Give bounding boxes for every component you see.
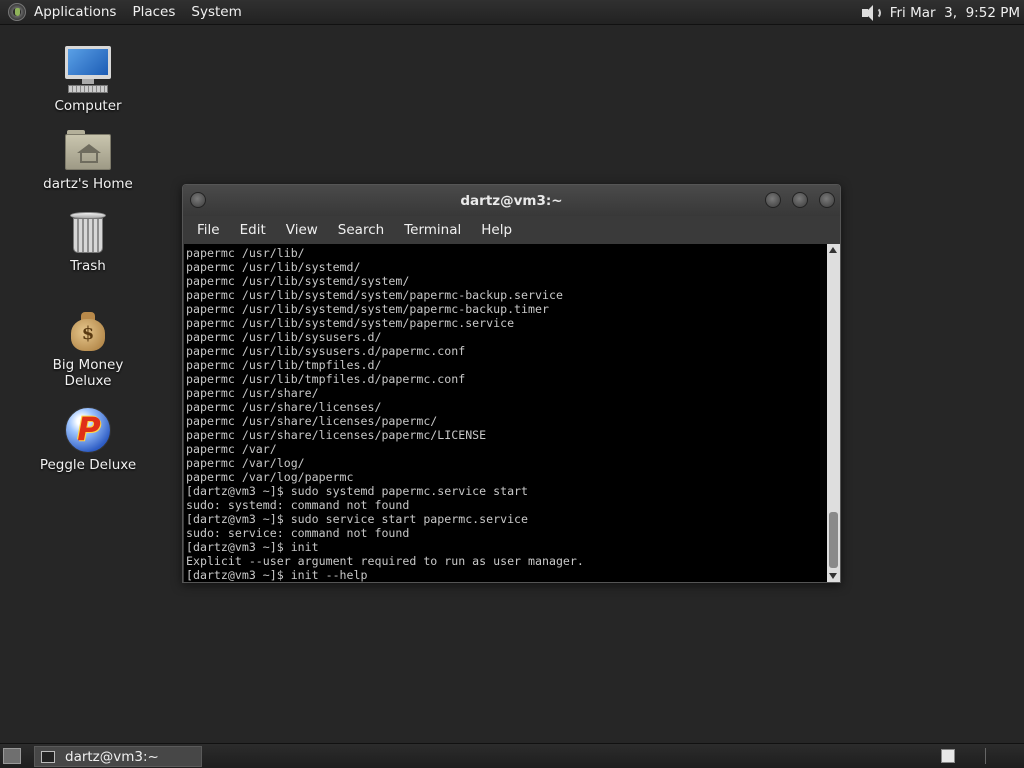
panel-tray: Fri Mar 3, 9:52 PM: [860, 0, 1020, 25]
menu-system[interactable]: System: [183, 4, 249, 20]
peggle-ball-icon: P: [65, 407, 111, 453]
scroll-up-arrow-icon[interactable]: [829, 247, 837, 253]
desktop-icon-label: Trash: [70, 258, 106, 274]
desktop-icon-peggle[interactable]: P Peggle Deluxe: [28, 407, 148, 473]
menu-applications[interactable]: Applications: [26, 4, 124, 20]
desktop-icon-label: Computer: [54, 98, 122, 114]
menu-places[interactable]: Places: [124, 4, 183, 20]
menu-edit[interactable]: Edit: [230, 222, 276, 238]
scrollbar-thumb[interactable]: [829, 512, 838, 568]
desktop-icon-label: Big Money Deluxe: [52, 357, 124, 389]
terminal-icon: [41, 750, 55, 763]
workspace-divider: [985, 748, 986, 764]
terminal-scrollbar[interactable]: [827, 244, 840, 582]
maximize-button[interactable]: [792, 192, 808, 208]
menu-view[interactable]: View: [276, 222, 328, 238]
menu-help[interactable]: Help: [471, 222, 522, 238]
taskbar-item-label: dartz@vm3:~: [65, 748, 159, 765]
menu-file[interactable]: File: [187, 222, 230, 238]
gnome-foot-icon[interactable]: [8, 3, 26, 21]
title-bar[interactable]: dartz@vm3:~: [183, 185, 840, 216]
terminal-output[interactable]: papermc /usr/lib/ papermc /usr/lib/syste…: [184, 244, 827, 582]
taskbar-item-terminal[interactable]: dartz@vm3:~: [34, 746, 202, 767]
bottom-panel: dartz@vm3:~: [0, 743, 1024, 768]
close-button[interactable]: [819, 192, 835, 208]
minimize-button[interactable]: [765, 192, 781, 208]
money-bag-icon: $: [68, 309, 108, 351]
top-panel: Applications Places System Fri Mar 3, 9:…: [0, 0, 1024, 25]
home-folder-icon: [65, 130, 111, 170]
volume-icon[interactable]: [860, 3, 882, 23]
window-title: dartz@vm3:~: [460, 193, 563, 209]
show-desktop-icon[interactable]: [3, 748, 21, 764]
terminal-window[interactable]: dartz@vm3:~ File Edit View Search Termin…: [182, 184, 841, 583]
computer-icon: [64, 46, 112, 94]
clock[interactable]: Fri Mar 3, 9:52 PM: [890, 5, 1020, 21]
workspace-switcher-1[interactable]: [941, 749, 955, 763]
desktop-icon-label: Peggle Deluxe: [39, 457, 137, 473]
menu-terminal[interactable]: Terminal: [394, 222, 471, 238]
desktop-icon-home[interactable]: dartz's Home: [28, 130, 148, 192]
scroll-down-arrow-icon[interactable]: [829, 573, 837, 579]
trash-icon: [69, 210, 107, 254]
desktop-icon-trash[interactable]: Trash: [28, 210, 148, 274]
desktop-icon-computer[interactable]: Computer: [28, 46, 148, 114]
terminal-menubar: File Edit View Search Terminal Help: [183, 216, 840, 243]
menu-search[interactable]: Search: [328, 222, 394, 238]
desktop-icon-label: dartz's Home: [43, 176, 133, 192]
desktop-icon-big-money[interactable]: $ Big Money Deluxe: [28, 309, 148, 389]
